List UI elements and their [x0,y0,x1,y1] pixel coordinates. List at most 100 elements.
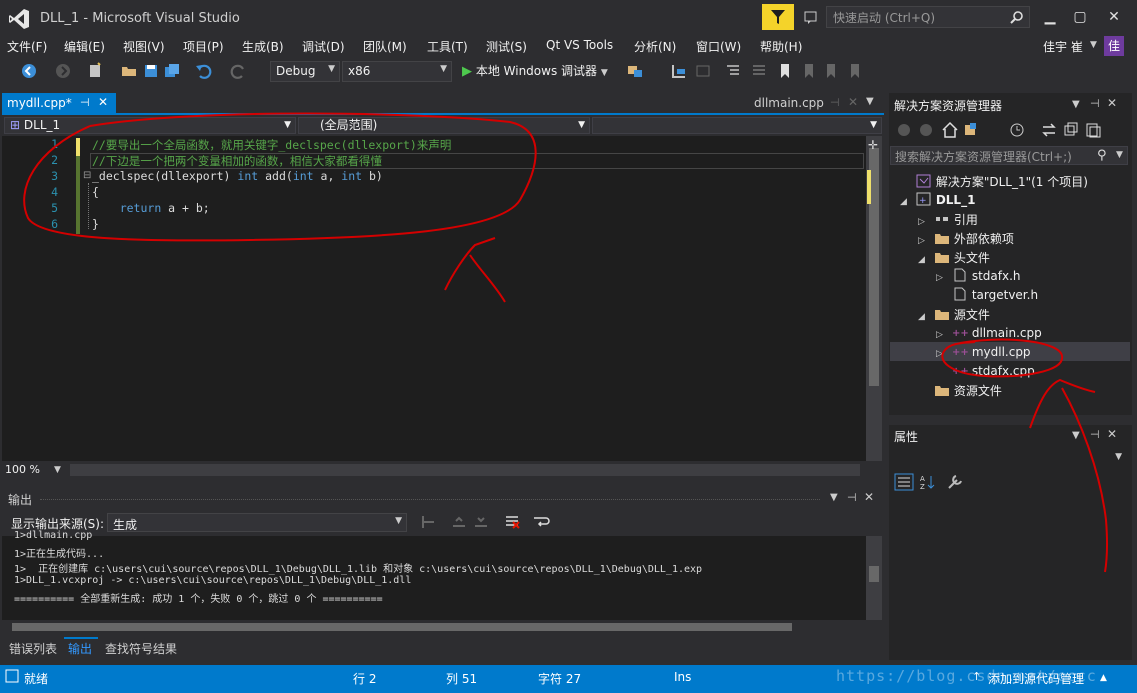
tab-dllmain-cpp[interactable]: dllmain.cpp [754,96,824,110]
categorized-icon[interactable] [894,473,914,491]
editor-horizontal-scrollbar[interactable] [70,464,860,476]
member-dropdown[interactable]: ▼ [592,117,882,134]
tree-item[interactable]: ▷ ++ mydll.cpp [936,344,1031,361]
menu-test[interactable]: 测试(S) [486,38,527,55]
forward-icon[interactable] [918,122,938,138]
menu-analyze[interactable]: 分析(N) [634,38,676,55]
notifications-button[interactable] [762,4,794,30]
start-debugging-button[interactable]: ▶ 本地 Windows 调试器 ▼ [462,62,608,82]
tree-item[interactable]: ▷ 外部依赖项 [918,230,1014,248]
project-dropdown[interactable]: ⊞ DLL_1 ▼ [4,117,296,134]
menu-file[interactable]: 文件(F) [7,38,47,55]
chevron-up-icon[interactable]: ▲ [1100,673,1107,683]
code-editor[interactable] [2,136,882,461]
open-folder-icon[interactable] [120,62,138,80]
save-all-icon[interactable] [163,62,181,80]
chevron-down-icon[interactable]: ▼ [1072,99,1080,110]
close-tab-icon[interactable]: ✕ [98,95,108,109]
step-over-icon[interactable] [694,62,712,80]
browser-link-icon[interactable] [626,62,644,80]
properties-object-dropdown[interactable]: ▼ [894,449,1128,467]
bookmark-icon[interactable] [776,62,794,80]
code-line[interactable]: } [92,217,99,231]
close-pane-icon[interactable]: ✕ [1107,427,1117,441]
tab-error-list[interactable]: 错误列表 [9,640,57,657]
uncomment-icon[interactable] [750,62,768,80]
pin-icon[interactable]: ⊣ [80,96,90,109]
output-source-dropdown[interactable]: 生成 ▼ [107,513,407,532]
tree-item[interactable]: ◢ 头文件 [918,249,990,267]
code-line[interactable]: _declspec(dllexport) int add(int a, int … [92,169,383,183]
tree-item[interactable]: 解决方案"DLL_1"(1 个项目) [900,173,1088,191]
pin-icon[interactable]: ⊣ [1090,97,1100,110]
new-project-icon[interactable] [86,62,104,80]
add-to-source-control-button[interactable]: 添加到源代码管理 [988,670,1084,687]
save-icon[interactable] [142,62,160,80]
chevron-down-icon[interactable]: ▼ [54,465,61,475]
menu-qt-vs-tools[interactable]: Qt VS Tools [546,38,613,52]
minimize-button[interactable]: ▁ [1036,6,1064,28]
solution-platform-dropdown[interactable]: x86 ▼ [342,61,452,82]
next-message-icon[interactable] [472,514,490,530]
switch-views-icon[interactable] [962,121,988,139]
solution-config-dropdown[interactable]: Debug ▼ [270,61,340,82]
prev-bookmark-icon[interactable] [800,62,818,80]
menu-edit[interactable]: 编辑(E) [64,38,105,55]
output-hscroll-thumb[interactable] [12,623,792,631]
tab-list-dropdown-icon[interactable]: ▼ [866,96,874,107]
redo-icon[interactable] [230,62,248,80]
tree-item[interactable]: ▷ 引用 [918,211,978,229]
code-line[interactable]: return a + b; [92,201,210,215]
close-tab-icon[interactable]: ✕ [848,95,858,109]
prev-message-icon[interactable] [450,514,468,530]
collapsed-icon[interactable]: ▷ [936,273,952,283]
pin-icon[interactable]: ⊣ [1090,428,1100,441]
sync-icon[interactable] [1040,121,1058,139]
scope-dropdown[interactable]: (全局范围) ▼ [298,117,590,134]
tree-item[interactable]: ▷ stdafx.h [936,268,1021,285]
maximize-button[interactable]: ▢ [1066,6,1094,28]
split-editor-icon[interactable]: ✛ [868,138,878,152]
solution-search-input[interactable]: 搜索解决方案资源管理器(Ctrl+;) [890,146,1128,165]
pending-changes-icon[interactable] [1008,121,1030,139]
close-pane-icon[interactable]: ✕ [864,490,874,504]
code-line[interactable]: //要导出一个全局函数，就用关键字_declspec(dllexport)来声明 [92,137,451,153]
expanded-icon[interactable]: ◢ [900,197,916,207]
back-icon[interactable] [20,62,38,80]
pin-icon[interactable]: ⊣ [830,96,840,109]
tab-find-symbol-results[interactable]: 查找符号结果 [105,640,177,657]
alphabetical-icon[interactable]: AZ [918,473,938,491]
menu-project[interactable]: 项目(P) [183,38,224,55]
comment-icon[interactable] [724,62,742,80]
collapsed-icon[interactable]: ▷ [918,217,934,227]
output-scroll-thumb[interactable] [869,566,879,582]
expanded-icon[interactable]: ◢ [918,312,934,322]
code-line[interactable]: { [92,185,99,199]
goto-message-icon[interactable] [420,514,438,530]
quick-launch-input[interactable]: 快速启动 (Ctrl+Q) [826,6,1030,28]
property-pages-icon[interactable] [946,473,966,491]
clear-bookmarks-icon[interactable] [846,62,864,80]
avatar[interactable]: 佳 [1104,36,1124,56]
zoom-level[interactable]: 100 % [5,463,40,476]
tree-item[interactable]: ▷ ++ dllmain.cpp [936,325,1042,342]
tree-item[interactable]: 资源文件 [918,382,1002,400]
menu-window[interactable]: 窗口(W) [696,38,741,55]
feedback-icon[interactable] [803,9,819,25]
back-icon[interactable] [896,122,916,138]
chevron-down-icon[interactable]: ▼ [830,492,838,503]
clear-all-icon[interactable] [503,514,521,530]
tree-item[interactable]: targetver.h [936,287,1038,304]
pin-icon[interactable]: ⊣ [847,491,857,504]
collapsed-icon[interactable]: ▷ [918,236,934,246]
menu-debug[interactable]: 调试(D) [302,38,345,55]
menu-view[interactable]: 视图(V) [123,38,165,55]
tree-item[interactable]: ◢ + DLL_1 [900,192,975,209]
menu-tools[interactable]: 工具(T) [427,38,468,55]
expanded-icon[interactable]: ◢ [918,255,934,265]
menu-team[interactable]: 团队(M) [363,38,407,55]
close-window-button[interactable]: ✕ [1100,6,1128,28]
show-all-files-icon[interactable] [1084,121,1102,139]
close-pane-icon[interactable]: ✕ [1107,96,1117,110]
menu-help[interactable]: 帮助(H) [760,38,802,55]
